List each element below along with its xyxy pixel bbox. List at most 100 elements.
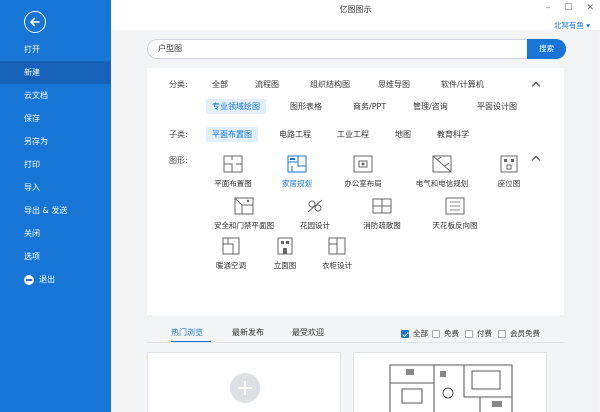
template-electrical-plan[interactable]: 电气和电信规划 — [409, 154, 475, 189]
filter-member-free-checkbox[interactable]: 会员免费 — [498, 328, 540, 339]
window-controls: – ☐ ✕ — [546, 3, 594, 13]
maximize-button[interactable]: ☐ — [564, 3, 572, 13]
sidebar-item-label: 云文档 — [24, 91, 48, 100]
filter-label: 免费 — [444, 329, 459, 338]
collapse-category-icon[interactable] — [531, 81, 541, 91]
collapse-shapes-icon[interactable] — [531, 155, 541, 165]
template-label: 天花板反向图 — [432, 221, 478, 230]
template-label: 花园设计 — [300, 221, 330, 230]
back-button[interactable] — [24, 11, 46, 33]
ceiling-plan-icon — [444, 196, 466, 216]
tab-latest[interactable]: 最新发布 — [232, 327, 264, 338]
template-seating-chart[interactable]: 座位图 — [489, 154, 529, 189]
category-graphic-design[interactable]: 平面设计图 — [477, 101, 517, 112]
category-org-chart[interactable]: 组织结构图 — [310, 79, 350, 90]
sidebar-item-close[interactable]: 关闭 — [0, 222, 111, 245]
filter-paid-checkbox[interactable]: 付费 — [465, 328, 492, 339]
sidebar-item-exit[interactable]: 退出 — [0, 268, 111, 291]
category-professional[interactable]: 专业领域绘图 — [206, 99, 266, 114]
category-software[interactable]: 软件/计算机 — [441, 79, 484, 90]
minimize-button[interactable]: – — [546, 3, 551, 13]
subcategory-floor-plan[interactable]: 平面布置图 — [206, 127, 258, 142]
sidebar-item-save-as[interactable]: 另存为 — [0, 130, 111, 153]
floor-plan-thumbnail — [389, 364, 513, 412]
sidebar-item-label: 关闭 — [24, 229, 40, 238]
sort-divider — [147, 342, 564, 343]
template-wardrobe[interactable]: 衣柜设计 — [317, 236, 357, 271]
seating-chart-icon — [498, 154, 520, 174]
home-plan-icon — [286, 154, 308, 174]
category-label: 分类: — [169, 80, 188, 89]
sidebar-item-label: 导出 & 发送 — [24, 206, 68, 215]
tab-popular[interactable]: 热门浏览 — [171, 327, 203, 338]
sidebar-item-import[interactable]: 导入 — [0, 176, 111, 199]
electrical-plan-icon — [431, 154, 453, 174]
checkbox-checked — [401, 329, 409, 338]
sidebar-item-label: 退出 — [39, 275, 55, 284]
elevation-icon — [274, 236, 296, 256]
category-business-ppt[interactable]: 商务/PPT — [353, 101, 386, 112]
template-label: 立面图 — [273, 261, 297, 270]
sidebar-item-open[interactable]: 打开 — [0, 38, 111, 61]
close-button[interactable]: ✕ — [586, 3, 594, 13]
subcategory-education[interactable]: 教育科学 — [437, 129, 469, 140]
subcategory-label: 子类: — [169, 130, 188, 139]
template-floor-plan[interactable]: 平面布置图 — [211, 154, 255, 189]
sidebar-item-options[interactable]: 选项 — [0, 245, 111, 268]
scrollbar[interactable] — [592, 30, 599, 412]
filter-label: 会员免费 — [510, 329, 540, 338]
filter-label: 付费 — [477, 329, 492, 338]
sidebar-item-label: 打印 — [24, 160, 40, 169]
template-ceiling-plan[interactable]: 天花板反向图 — [426, 196, 484, 231]
template-home-plan[interactable]: 家居规划 — [275, 154, 319, 189]
checkbox — [432, 329, 440, 338]
template-hvac[interactable]: 暖通空调 — [211, 236, 251, 271]
sidebar: 打开 新建 云文档 保存 另存为 打印 导入 导出 & 发送 关闭 选项 退出 — [0, 0, 111, 412]
template-security-plan[interactable]: 安全和门禁平面图 — [205, 196, 283, 231]
category-graphic-table[interactable]: 图形表格 — [290, 101, 322, 112]
sidebar-item-save[interactable]: 保存 — [0, 107, 111, 130]
plus-icon — [230, 373, 260, 403]
template-label: 座位图 — [497, 179, 521, 188]
template-label: 安全和门禁平面图 — [214, 221, 274, 230]
category-mind-map[interactable]: 思维导图 — [378, 79, 410, 90]
template-label: 家居规划 — [282, 179, 312, 188]
template-garden-design[interactable]: 花园设计 — [295, 196, 335, 231]
sidebar-item-print[interactable]: 打印 — [0, 153, 111, 176]
filter-all-checkbox[interactable]: 全部 — [401, 328, 428, 339]
template-label: 电气和电信规划 — [415, 179, 469, 188]
fire-evacuation-icon — [371, 196, 393, 216]
wardrobe-icon — [326, 236, 348, 256]
category-flowchart[interactable]: 流程图 — [255, 79, 279, 90]
template-card[interactable] — [353, 352, 547, 412]
template-fire-evacuation[interactable]: 消防疏散图 — [358, 196, 406, 231]
sidebar-item-label: 打开 — [24, 45, 40, 54]
filter-panel: 分类: 全部 流程图 组织结构图 思维导图 软件/计算机 专业领域绘图 图形表格… — [147, 68, 564, 315]
sidebar-item-new[interactable]: 新建 — [0, 61, 111, 84]
template-label: 衣柜设计 — [322, 261, 352, 270]
search-input[interactable]: 户型图 — [147, 39, 527, 59]
filter-label: 全部 — [413, 329, 428, 338]
category-management[interactable]: 管理/咨询 — [413, 101, 448, 112]
template-label: 办公室布局 — [344, 179, 382, 188]
template-office-layout[interactable]: 办公室布局 — [338, 154, 388, 189]
template-label: 消防疏散图 — [363, 221, 401, 230]
category-all[interactable]: 全部 — [212, 79, 228, 90]
sidebar-item-label: 选项 — [24, 252, 40, 261]
garden-design-icon — [304, 196, 326, 216]
sidebar-item-cloud-docs[interactable]: 云文档 — [0, 84, 111, 107]
sidebar-item-export-send[interactable]: 导出 & 发送 — [0, 199, 111, 222]
template-elevation[interactable]: 立面图 — [269, 236, 301, 271]
subcategory-industrial[interactable]: 工业工程 — [337, 129, 369, 140]
window-title: 亿图图示 — [339, 5, 372, 14]
new-blank-card[interactable] — [147, 352, 341, 412]
filter-free-checkbox[interactable]: 免费 — [432, 328, 459, 339]
search-button[interactable]: 搜索 — [527, 39, 566, 59]
security-plan-icon — [233, 196, 255, 216]
subcategory-map[interactable]: 地图 — [395, 129, 411, 140]
hvac-icon — [220, 236, 242, 256]
tab-most-liked[interactable]: 最受欢迎 — [292, 327, 324, 338]
office-layout-icon — [352, 154, 374, 174]
subcategory-circuit[interactable]: 电路工程 — [279, 129, 311, 140]
search-bar: 户型图 搜索 — [147, 39, 566, 59]
